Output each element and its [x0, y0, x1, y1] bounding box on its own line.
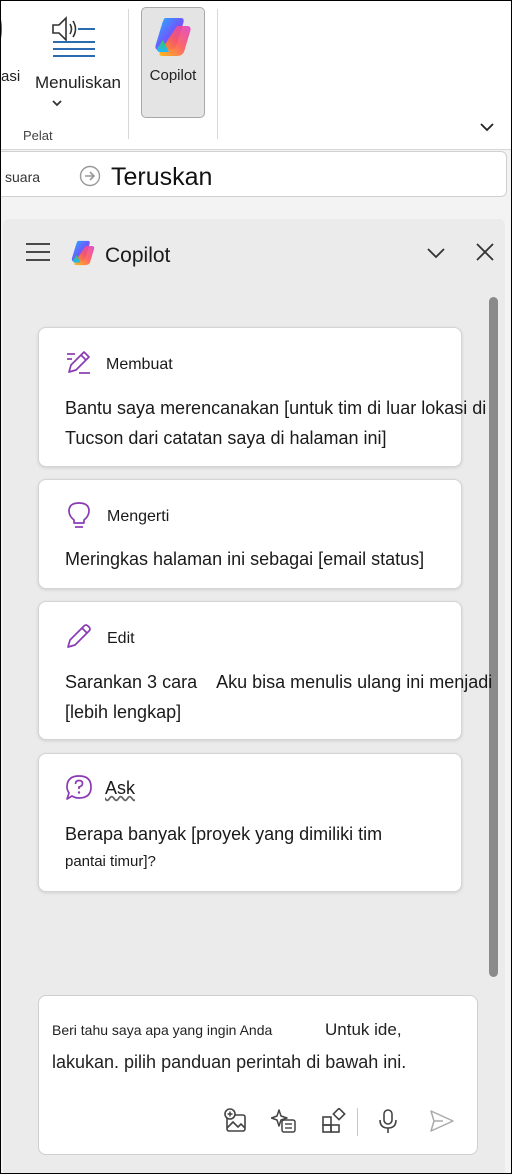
card-label: Mengerti [107, 508, 170, 525]
input-placeholder-part: lakukan. pilih panduan perintah di bawah… [52, 1052, 407, 1072]
card-label: Membuat [106, 356, 173, 373]
copilot-logo-icon [71, 240, 95, 266]
copilot-logo-icon [155, 18, 191, 56]
partial-ribbon-label: asi [1, 68, 21, 85]
ribbon-divider [217, 9, 218, 139]
dictate-button-label: Menuliskan [35, 73, 121, 92]
ribbon-group-label: Pelat [23, 128, 53, 143]
partial-voice-label: suara [5, 169, 41, 185]
close-icon[interactable] [475, 242, 495, 262]
forward-bar [1, 151, 507, 197]
input-placeholder-part: Untuk ide, [325, 1020, 402, 1039]
prompt-card-ask[interactable]: Ask Berapa banyak [proyek yang dimiliki … [38, 753, 462, 892]
pencil-icon [67, 624, 91, 648]
card-text-line: [lebih lengkap] [65, 702, 182, 722]
ribbon-divider [128, 9, 129, 139]
copilot-ribbon-button[interactable]: Copilot [141, 7, 205, 118]
apps-grid-icon[interactable] [321, 1108, 347, 1134]
forward-arrow-icon[interactable] [79, 165, 101, 187]
card-text-line: Meringkas halaman ini sebagai [email sta… [65, 549, 425, 569]
chevron-down-icon[interactable] [425, 243, 447, 263]
prompt-card-understand[interactable]: Mengerti Meringkas halaman ini sebagai [… [38, 479, 462, 589]
pane-title: Copilot [105, 244, 171, 267]
card-text-line: Tucson dari catatan saya di halaman ini] [65, 428, 387, 448]
prompt-card-create[interactable]: Membuat Bantu saya merencanakan [untuk t… [38, 327, 486, 467]
prompt-card-edit[interactable]: Edit Sarankan 3 cara Aku bisa menulis ul… [38, 601, 492, 740]
pen-sparkle-icon [67, 351, 90, 374]
hamburger-menu-icon[interactable] [26, 242, 50, 262]
read-aloud-icon [52, 16, 95, 57]
input-placeholder-part: Beri tahu saya apa yang ingin Anda [52, 1022, 273, 1038]
dictate-button[interactable]: Menuliskan [31, 7, 123, 111]
chat-input[interactable] [38, 995, 478, 1155]
copilot-ribbon-label: Copilot [149, 67, 197, 84]
add-image-icon[interactable] [223, 1108, 249, 1134]
partial-ribbon-icon[interactable] [0, 9, 11, 49]
send-icon[interactable] [429, 1108, 455, 1134]
card-text-line: Sarankan 3 cara Aku bisa menulis ulang i… [65, 672, 493, 692]
lightbulb-icon [68, 502, 90, 528]
card-label: Ask [105, 778, 136, 798]
card-text-line: pantai timur]? [65, 853, 156, 870]
toolbar-divider [357, 1108, 358, 1136]
question-icon [66, 775, 92, 800]
card-text-line: Bantu saya merencanakan [untuk tim di lu… [65, 398, 487, 418]
prompt-guide-sparkle-icon[interactable] [271, 1108, 297, 1134]
microphone-icon[interactable] [375, 1108, 401, 1134]
ribbon: asi Menuliskan Pelat Copilot [1, 1, 511, 150]
card-label: Edit [107, 630, 135, 647]
chevron-down-icon[interactable] [51, 99, 63, 107]
forward-label[interactable]: Teruskan [111, 163, 212, 192]
ribbon-expand-chevron-icon[interactable] [477, 117, 497, 137]
app-window: asi Menuliskan Pelat Copilot suara Terus… [0, 0, 512, 1174]
